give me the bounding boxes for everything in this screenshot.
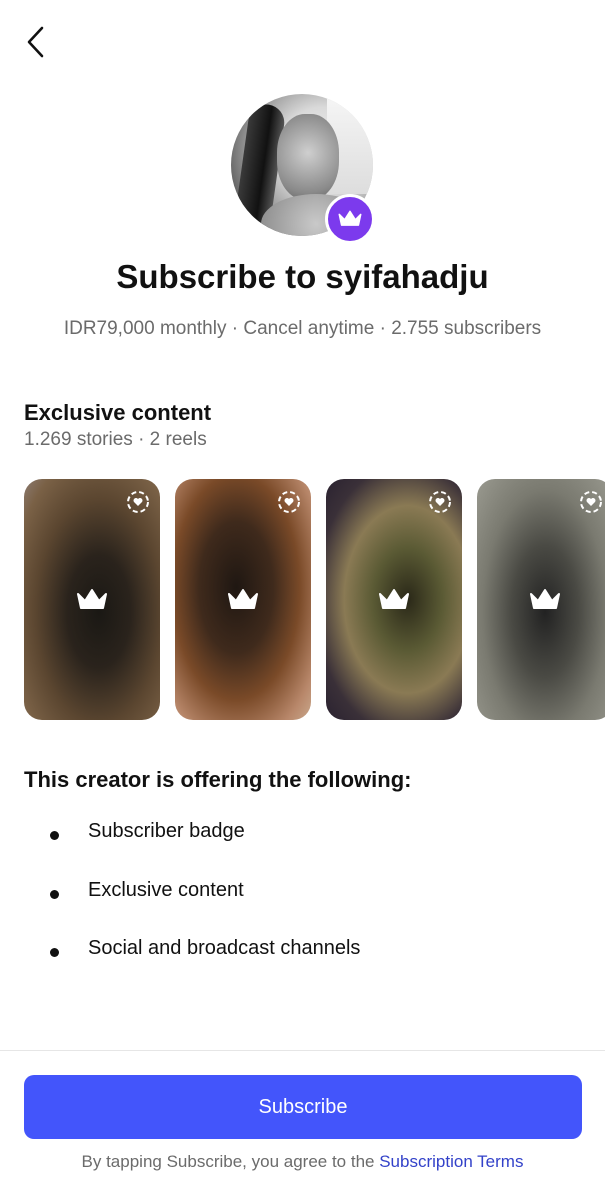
locked-content-tile[interactable] bbox=[477, 479, 605, 720]
bullet-icon bbox=[50, 889, 59, 899]
locked-content-tile[interactable] bbox=[326, 479, 462, 720]
locked-content-tile[interactable] bbox=[24, 479, 160, 720]
terms-notice: By tapping Subscribe, you agree to the S… bbox=[0, 1152, 605, 1172]
exclusive-content-heading: Exclusive content bbox=[24, 400, 212, 425]
bullet-icon bbox=[50, 948, 59, 957]
close-friends-story-icon bbox=[127, 491, 149, 513]
crown-icon bbox=[228, 588, 258, 609]
subscribe-button[interactable]: Subscribe bbox=[24, 1075, 582, 1139]
offer-item-label: Exclusive content bbox=[88, 878, 244, 901]
subscription-details: IDR79,000 monthly · Cancel anytime · 2.7… bbox=[63, 318, 542, 339]
page-title: Subscribe to syifahadju bbox=[116, 258, 489, 295]
subscriber-crown-badge bbox=[325, 194, 375, 244]
crown-icon bbox=[77, 588, 107, 609]
offer-item-label: Subscriber badge bbox=[88, 820, 245, 842]
offer-heading: This creator is offering the following: bbox=[24, 767, 412, 792]
close-friends-story-icon bbox=[278, 491, 300, 513]
divider bbox=[0, 1050, 605, 1051]
back-button[interactable] bbox=[16, 20, 56, 64]
chevron-left-icon bbox=[27, 26, 44, 58]
crown-icon bbox=[530, 588, 560, 609]
exclusive-content-summary: 1.269 stories · 2 reels bbox=[24, 429, 207, 450]
crown-icon bbox=[338, 210, 362, 226]
close-friends-story-icon bbox=[580, 491, 602, 513]
close-friends-story-icon bbox=[429, 491, 451, 513]
crown-icon bbox=[379, 588, 409, 609]
offer-item-label: Social and broadcast channels bbox=[88, 937, 361, 959]
terms-prefix: By tapping Subscribe, you agree to the bbox=[81, 1152, 380, 1171]
creator-avatar-container bbox=[231, 94, 375, 244]
exclusive-content-carousel[interactable] bbox=[24, 479, 605, 721]
locked-content-tile[interactable] bbox=[175, 479, 311, 720]
subscription-terms-link[interactable]: Subscription Terms bbox=[379, 1152, 523, 1171]
bullet-icon bbox=[50, 831, 59, 840]
